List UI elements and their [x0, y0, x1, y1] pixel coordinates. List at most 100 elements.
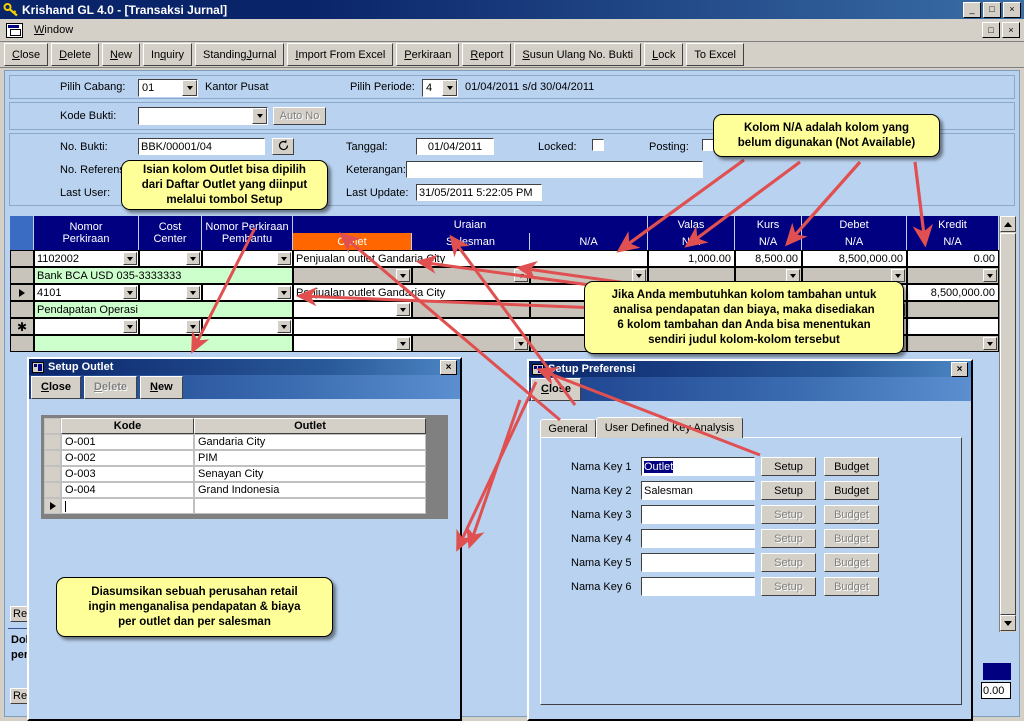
key-budget-button-3[interactable]: Budget — [824, 505, 879, 524]
cell-na-5[interactable] — [907, 267, 999, 284]
chevron-down-icon[interactable] — [186, 286, 200, 299]
list-row-header[interactable] — [44, 482, 61, 498]
grid-header-kredit[interactable]: Kredit — [907, 216, 999, 233]
auto-no-button[interactable]: Auto No — [273, 107, 326, 125]
tab-user-defined-key-analysis[interactable]: User Defined Key Analysis — [596, 417, 743, 438]
toolbar-button-to-excel[interactable]: To Excel — [686, 43, 744, 66]
toolbar-button-report[interactable]: Report — [462, 43, 512, 66]
toolbar-button-lock[interactable]: Lock — [644, 43, 684, 66]
toolbar-button-close[interactable]: Close — [4, 43, 49, 66]
chevron-down-icon[interactable] — [277, 252, 291, 265]
mdi-restore-button[interactable]: □ — [982, 22, 1000, 38]
list-item-outlet[interactable]: Senayan City — [194, 466, 426, 482]
grid-vertical-scrollbar[interactable] — [999, 216, 1017, 632]
key-setup-button-3[interactable]: Setup — [761, 505, 816, 524]
key-input-1[interactable]: Outlet — [641, 457, 755, 476]
list-item-kode-new[interactable] — [61, 498, 194, 514]
scrollbar-thumb[interactable] — [1000, 233, 1016, 615]
cell-perkiraan[interactable]: 1102002 — [34, 250, 139, 267]
list-item-kode[interactable]: O-002 — [61, 450, 194, 466]
chevron-down-icon[interactable] — [396, 337, 410, 350]
chevron-down-icon[interactable] — [277, 320, 291, 333]
key-input-2[interactable]: Salesman — [641, 481, 755, 500]
chevron-down-icon[interactable] — [983, 337, 997, 350]
keterangan-input[interactable] — [406, 161, 703, 178]
scroll-down-button[interactable] — [1000, 615, 1016, 631]
chevron-down-icon[interactable] — [186, 252, 200, 265]
cell-uraian[interactable]: Penjualan outlet Gandaria City — [293, 250, 648, 267]
list-item-kode[interactable]: O-001 — [61, 434, 194, 450]
chevron-down-icon[interactable] — [514, 337, 528, 350]
chevron-down-icon[interactable] — [442, 80, 457, 96]
minimize-button[interactable]: _ — [963, 1, 981, 18]
locked-checkbox[interactable] — [592, 139, 604, 151]
grid-header-valas[interactable]: Valas — [648, 216, 735, 233]
key-input-4[interactable] — [641, 529, 755, 548]
toolbar-button-standing-jurnal[interactable]: Standing Jurnal — [195, 43, 285, 66]
close-icon[interactable]: × — [440, 359, 457, 375]
grid-header-debet[interactable]: Debet — [802, 216, 907, 233]
chevron-down-icon[interactable] — [123, 252, 137, 265]
chevron-down-icon[interactable] — [514, 269, 528, 282]
table-row-header-current[interactable] — [10, 284, 34, 301]
setup-outlet-delete-button[interactable]: Delete — [83, 375, 137, 399]
key-budget-button-5[interactable]: Budget — [824, 553, 879, 572]
toolbar-button-import-from-excel[interactable]: Import From Excel — [287, 43, 394, 66]
cell-debet[interactable]: 8,500,000.00 — [802, 250, 907, 267]
list-item-outlet-new[interactable] — [194, 498, 426, 514]
cell-valas[interactable]: 1,000.00 — [648, 250, 735, 267]
key-setup-button-2[interactable]: Setup — [761, 481, 816, 500]
key-budget-button-2[interactable]: Budget — [824, 481, 879, 500]
mdi-close-button[interactable]: × — [1002, 22, 1020, 38]
cell-cost-center[interactable] — [139, 250, 202, 267]
list-item-outlet[interactable]: Grand Indonesia — [194, 482, 426, 498]
list-row-header[interactable] — [44, 466, 61, 482]
chevron-down-icon[interactable] — [277, 286, 291, 299]
key-budget-button-6[interactable]: Budget — [824, 577, 879, 596]
grid-header-nomor-perkiraan[interactable]: Nomor Perkiraan — [34, 216, 139, 250]
scroll-up-button[interactable] — [1000, 216, 1016, 232]
list-item-outlet[interactable]: PIM — [194, 450, 426, 466]
key-setup-button-4[interactable]: Setup — [761, 529, 816, 548]
key-budget-button-1[interactable]: Budget — [824, 457, 879, 476]
chevron-down-icon[interactable] — [396, 269, 410, 282]
table-row-header[interactable] — [10, 267, 34, 284]
key-budget-button-4[interactable]: Budget — [824, 529, 879, 548]
setup-preferensi-close-button[interactable]: Close — [531, 377, 581, 401]
refresh-button[interactable] — [272, 138, 294, 155]
grid-header-kurs[interactable]: Kurs — [735, 216, 802, 233]
cell-na-5[interactable] — [907, 301, 999, 318]
chevron-down-icon[interactable] — [252, 108, 267, 124]
table-row-header[interactable] — [10, 335, 34, 352]
cabang-combo[interactable]: 01 — [138, 79, 198, 97]
list-row-header[interactable] — [44, 434, 61, 450]
outlet-column-header-kode[interactable]: Kode — [61, 418, 194, 434]
grid-header-na-2[interactable]: N/A — [648, 233, 735, 250]
cell-pembantu[interactable] — [202, 318, 293, 335]
list-item-outlet[interactable]: Gandaria City — [194, 434, 426, 450]
cell-pembantu[interactable] — [202, 250, 293, 267]
toolbar-button-susun-ulang[interactable]: Susun Ulang No. Bukti — [514, 43, 642, 66]
cell-na-5[interactable] — [907, 335, 999, 352]
cell-salesman[interactable] — [412, 301, 530, 318]
restore-button[interactable]: □ — [983, 1, 1001, 18]
periode-combo[interactable]: 4 — [422, 79, 458, 97]
table-row-header[interactable] — [10, 301, 34, 318]
grid-header-outlet[interactable]: Outlet — [293, 233, 412, 250]
cell-perkiraan[interactable] — [34, 318, 139, 335]
grid-header-pembantu[interactable]: Nomor Perkiraan Pembantu — [202, 216, 293, 250]
key-setup-button-5[interactable]: Setup — [761, 553, 816, 572]
close-icon[interactable]: × — [951, 361, 968, 377]
grid-header-na-4[interactable]: N/A — [802, 233, 907, 250]
list-row-header-current[interactable] — [44, 498, 61, 514]
toolbar-button-new[interactable]: New — [101, 43, 140, 66]
grid-header-cost-center[interactable]: Cost Center — [139, 216, 202, 250]
list-item-kode[interactable]: O-003 — [61, 466, 194, 482]
cell-outlet[interactable] — [293, 335, 412, 352]
grid-header-na-5[interactable]: N/A — [907, 233, 999, 250]
cell-kredit[interactable] — [907, 318, 999, 335]
menu-item-window[interactable]: WWindowindow — [28, 22, 79, 38]
outlet-column-header-outlet[interactable]: Outlet — [194, 418, 426, 434]
cell-pembantu[interactable] — [202, 284, 293, 301]
list-item-kode[interactable]: O-004 — [61, 482, 194, 498]
